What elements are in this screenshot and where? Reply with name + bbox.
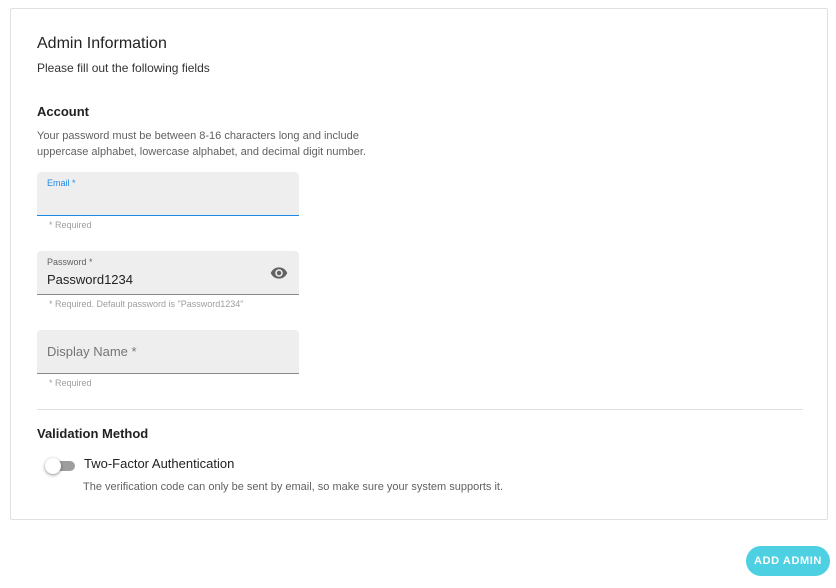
password-hint-line-1: Your password must be between 8-16 chara…: [37, 130, 359, 142]
toggle-thumb: [45, 458, 61, 474]
add-admin-button[interactable]: ADD ADMIN: [746, 546, 830, 576]
display-name-field[interactable]: Display Name *: [37, 330, 299, 374]
two-factor-toggle[interactable]: [45, 458, 75, 474]
page-title: Admin Information: [37, 35, 167, 52]
password-field[interactable]: Password * Password1234: [37, 251, 299, 295]
admin-info-card: Admin Information Please fill out the fo…: [10, 8, 828, 520]
validation-section-title: Validation Method: [37, 426, 149, 441]
two-factor-description: The verification code can only be sent b…: [83, 481, 504, 493]
password-hint: Your password must be between 8-16 chara…: [37, 128, 397, 160]
section-divider: [37, 409, 803, 410]
page-subtitle: Please fill out the following fields: [37, 61, 210, 75]
display-name-label: Display Name *: [47, 344, 137, 359]
account-section-title: Account: [37, 104, 89, 119]
eye-icon[interactable]: [269, 264, 289, 282]
email-label: Email *: [47, 178, 76, 188]
password-value: Password1234: [47, 272, 133, 287]
password-hint-line-2: uppercase alphabet, lowercase alphabet, …: [37, 146, 366, 158]
password-helper: * Required. Default password is "Passwor…: [49, 299, 244, 309]
password-label: Password *: [47, 257, 93, 267]
display-name-helper: * Required: [49, 378, 92, 388]
email-helper: * Required: [49, 220, 92, 230]
two-factor-label: Two-Factor Authentication: [84, 456, 235, 471]
email-field[interactable]: Email *: [37, 172, 299, 216]
